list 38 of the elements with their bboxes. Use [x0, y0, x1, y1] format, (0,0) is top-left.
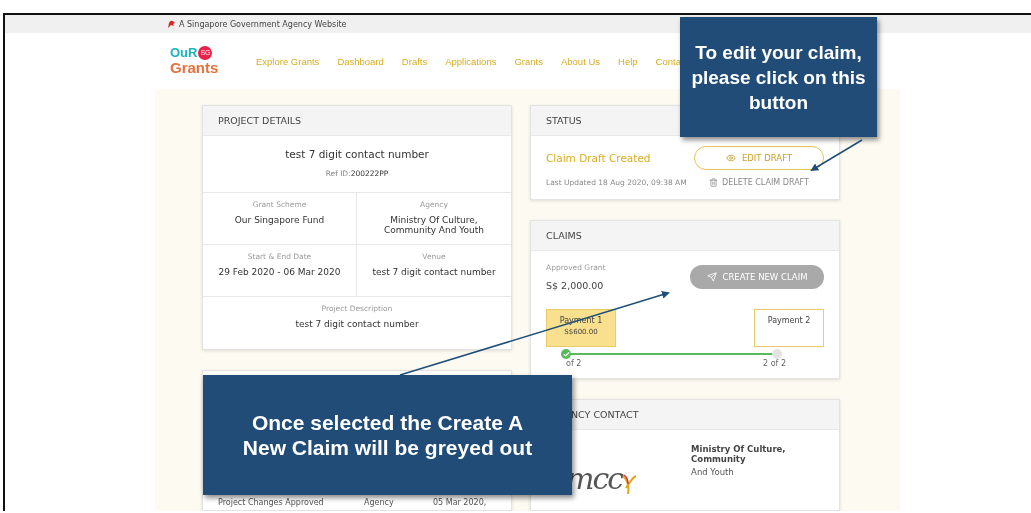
table-cell-text: Agency — [364, 498, 395, 507]
lion-icon — [167, 19, 175, 29]
nav-link[interactable]: Applications — [445, 55, 497, 67]
trash-icon — [709, 178, 719, 187]
nav-link[interactable]: Help — [618, 55, 638, 67]
field-value: Ministry Of Culture, Community And Youth — [382, 215, 486, 235]
card-title: PROJECT DETAILS — [218, 115, 302, 126]
nav-link[interactable]: About Us — [560, 55, 601, 67]
table-cell-text: 05 Mar 2020, — [433, 498, 488, 507]
banner-text: A Singapore Government Agency Website — [179, 19, 347, 29]
agency-name: Ministry Of Culture, Community — [691, 444, 787, 464]
eye-icon — [725, 153, 736, 163]
field-value: Our Singapore Fund — [234, 215, 325, 225]
table-cell-text: Project Changes Approved — [218, 498, 325, 507]
nav-link[interactable]: Drafts — [401, 55, 428, 67]
approved-grant-amount: S$ 2,000.00 — [546, 280, 605, 291]
field-value: test 7 digit contact number — [372, 267, 496, 277]
project-name: test 7 digit contact number — [285, 148, 429, 160]
status-text: Claim Draft Created — [546, 152, 652, 164]
agency-name-line: And Youth — [691, 467, 735, 477]
nav-link[interactable]: Conta — [655, 55, 681, 67]
callout: Once selected the Create A New Claim will be greyed out — [203, 375, 572, 495]
field-value: 29 Feb 2020 - 06 Mar 2020 — [218, 267, 341, 277]
step-label: of 2 — [566, 359, 582, 368]
step-label: 2 of 2 — [763, 359, 786, 368]
delete-draft-button[interactable]: DELETE CLAIM DRAFT — [694, 178, 824, 187]
field-value: test 7 digit contact number — [295, 319, 419, 329]
nav-link[interactable]: Dashboard — [337, 55, 384, 67]
card-title: CLAIMS — [546, 230, 582, 241]
nav-link[interactable]: Grants — [514, 55, 543, 67]
nav-link[interactable]: Explore Grants — [256, 55, 320, 67]
card-title: NCY CONTACT — [571, 409, 639, 420]
callout-arrow — [810, 139, 863, 172]
payment-name: Payment 2 — [767, 316, 811, 325]
card-title: STATUS — [546, 115, 582, 126]
edit-draft-button[interactable]: EDIT DRAFT — [694, 146, 824, 170]
callout: To edit your claim, please click on this button — [680, 17, 877, 137]
paper-plane-icon — [706, 272, 717, 282]
